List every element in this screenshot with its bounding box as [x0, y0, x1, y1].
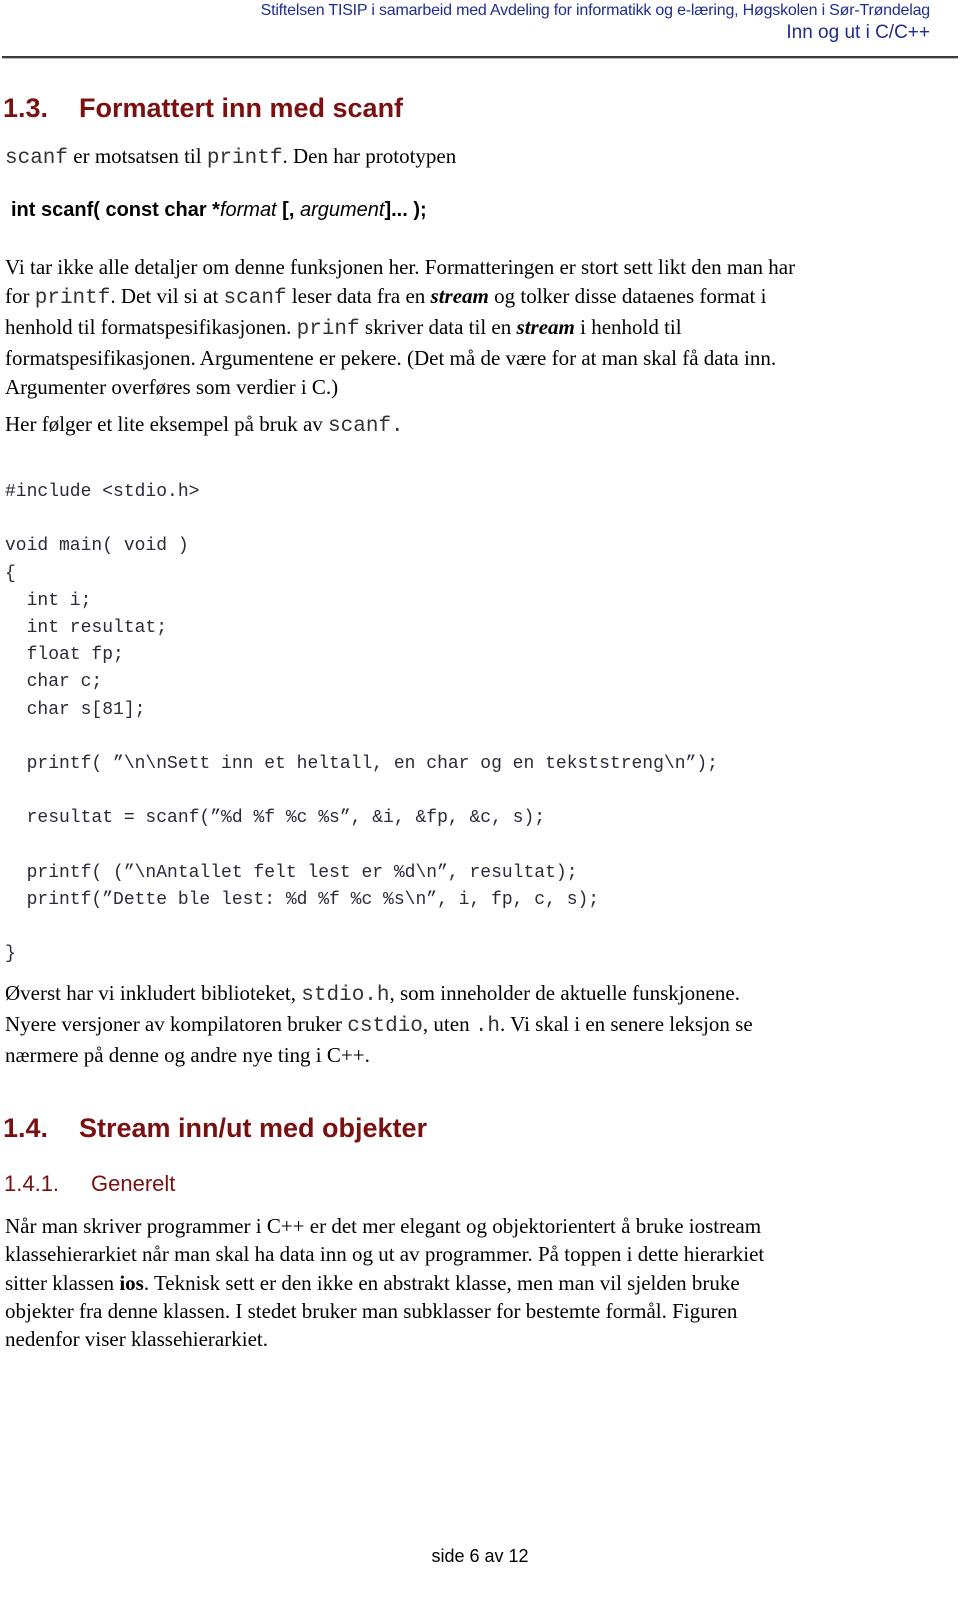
- text-line: klassehierarkiet når man skal ha data in…: [5, 1242, 765, 1267]
- text: skriver data til en: [359, 315, 517, 339]
- prototype-param: argument: [299, 199, 385, 221]
- text: . Det vil si at: [110, 284, 224, 308]
- code-line: printf( (”\nAntallet felt lest er %d\n”,…: [5, 862, 578, 883]
- subsection-heading-1-4-1: 1.4.1. Generelt: [4, 1171, 175, 1197]
- inline-code: cstdio: [347, 1015, 423, 1038]
- text-line: Nyere versjoner av kompilatoren bruker c…: [5, 1010, 753, 1041]
- paragraph-example-intro: Her følger et lite eksempel på bruk av s…: [5, 410, 404, 441]
- inline-code: printf: [34, 287, 111, 310]
- prototype-text: int scanf( const char *: [11, 199, 220, 221]
- code-line: int i;: [5, 590, 92, 611]
- section-number: 1.3.: [3, 93, 49, 123]
- text-line: Øverst har vi inkludert biblioteket, std…: [5, 979, 753, 1010]
- text: i henhold til: [574, 315, 682, 339]
- function-prototype: int scanf( const char *format [, argumen…: [11, 199, 427, 222]
- code-line: #include <stdio.h>: [5, 482, 200, 502]
- text-line: nærmere på denne og andre nye ting i C++…: [5, 1043, 370, 1067]
- text: Her følger et lite eksempel på bruk av: [5, 412, 329, 436]
- text-line: for printf. Det vil si at scanf leser da…: [5, 282, 795, 313]
- code-line: {: [5, 563, 16, 584]
- header-doc-title: Inn og ut i C/C++: [786, 22, 930, 43]
- section-heading-1-4: 1.4. Stream inn/ut med objekter: [3, 1113, 427, 1144]
- emphasis: stream: [516, 315, 575, 339]
- text-line: formatspesifikasjonen. Argumentene er pe…: [5, 346, 777, 370]
- text: , uten: [422, 1012, 475, 1036]
- subsection-title: Generelt: [91, 1171, 176, 1196]
- inline-code: printf: [206, 147, 283, 170]
- text: leser data fra en: [286, 284, 431, 308]
- text-line: Vi tar ikke alle detaljer om denne funks…: [5, 255, 796, 279]
- section-number: 1.4.: [3, 1113, 49, 1143]
- text-line: objekter fra denne klassen. I stedet bru…: [5, 1298, 738, 1323]
- code-line: void main( void ): [5, 536, 189, 557]
- code-line: float fp;: [5, 645, 124, 666]
- text-line: Argumenter overføres som verdier i C.): [5, 375, 339, 399]
- code-line: char s[81];: [5, 699, 146, 720]
- text: sitter klassen: [5, 1270, 120, 1295]
- text: henhold til formatspesifikasjonen.: [5, 315, 297, 339]
- text: Øverst har vi inkludert biblioteket,: [5, 981, 302, 1005]
- inline-code: scanf: [223, 287, 287, 310]
- code-line: }: [5, 944, 16, 965]
- text: . Vi skal i en senere leksjon se: [500, 1012, 753, 1036]
- prototype-text: [,: [276, 199, 300, 221]
- text-line: nedenfor viser klassehierarkiet.: [5, 1327, 268, 1352]
- section-heading-1-3: 1.3. Formattert inn med scanf: [3, 93, 403, 124]
- emphasis: stream: [430, 284, 489, 308]
- text: er motsatsen til: [68, 144, 207, 168]
- text: og tolker disse dataenes format i: [488, 284, 767, 308]
- section-title: Formattert inn med scanf: [79, 93, 404, 123]
- header-institution: Stiftelsen TISIP i samarbeid med Avdelin…: [260, 2, 931, 19]
- intro-paragraph: scanf er motsatsen til printf. Den har p…: [5, 142, 456, 173]
- text: , som inneholder de aktuelle funskjonene…: [389, 981, 741, 1005]
- inline-code: scanf.: [328, 415, 404, 438]
- code-line: printf( ”\n\nSett inn et heltall, en cha…: [5, 754, 718, 775]
- paragraph-stdio: Øverst har vi inkludert biblioteket, std…: [5, 979, 753, 1070]
- code-line: printf(”Dette ble lest: %d %f %c %s\n”, …: [5, 890, 600, 911]
- paragraph-iostream: Når man skriver programmer i C++ er det …: [5, 1212, 764, 1353]
- inline-code: .h: [474, 1015, 501, 1038]
- code-line: resultat = scanf(”%d %f %c %s”, &i, &fp,…: [5, 808, 546, 829]
- code-block: #include <stdio.h> void main( void ) { in…: [5, 479, 718, 969]
- text: Nyere versjoner av kompilatoren bruker: [5, 1012, 348, 1036]
- prototype-param: format: [219, 199, 277, 221]
- subsection-number: 1.4.1.: [4, 1171, 60, 1196]
- text-line: sitter klassen ios. Teknisk sett er den …: [5, 1269, 764, 1297]
- inline-code: scanf: [5, 147, 69, 170]
- text-line: henhold til formatspesifikasjonen. prinf…: [5, 313, 795, 344]
- section-title: Stream inn/ut med objekter: [79, 1113, 428, 1143]
- text: . Teknisk sett er den ikke en abstrakt k…: [143, 1270, 740, 1295]
- text: . Den har prototypen: [282, 144, 457, 168]
- text: for: [5, 284, 35, 308]
- paragraph-details: Vi tar ikke alle detaljer om denne funks…: [5, 253, 795, 402]
- inline-code: stdio.h: [301, 984, 390, 1007]
- code-line: int resultat;: [5, 618, 168, 639]
- page-number: side 6 av 12: [431, 1546, 529, 1566]
- inline-code: prinf: [296, 318, 360, 341]
- header-divider: [2, 56, 958, 59]
- text-line: Når man skriver programmer i C++ er det …: [5, 1214, 762, 1238]
- prototype-text: ]... );: [384, 199, 427, 221]
- class-name-ios: ios: [119, 1270, 144, 1295]
- code-line: char c;: [5, 672, 103, 693]
